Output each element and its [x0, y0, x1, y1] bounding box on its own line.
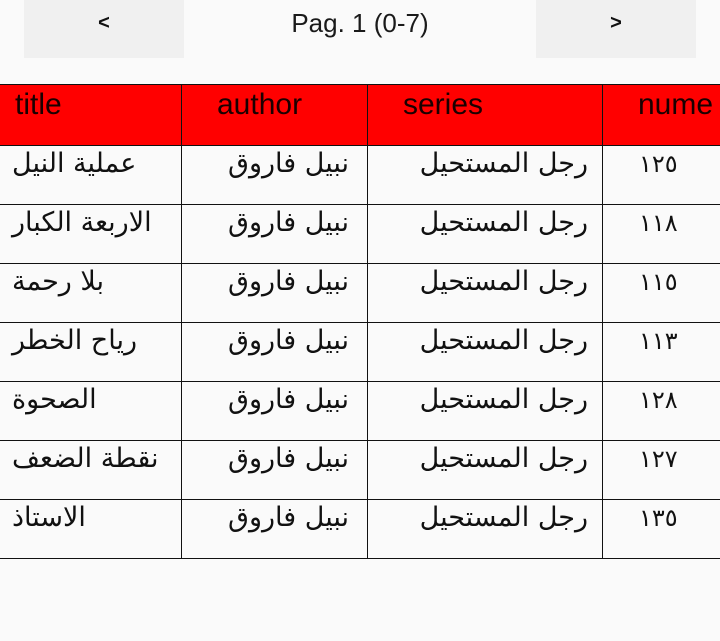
- page-indicator: Pag. 1 (0-7): [291, 7, 429, 38]
- column-header-author[interactable]: author: [181, 84, 368, 146]
- author-cell: نبيل فاروق: [181, 263, 368, 323]
- title-cell-text: عملية النيل: [12, 148, 137, 179]
- table-row[interactable]: الصحوة نبيل فاروق رجل المستحيل ١٢٨: [0, 381, 720, 441]
- series-cell-text: رجل المستحيل: [419, 266, 588, 297]
- column-header-number[interactable]: nume: [602, 84, 720, 146]
- title-cell-text: الاستاذ: [12, 502, 86, 533]
- series-cell-text: رجل المستحيل: [419, 384, 588, 415]
- table-row[interactable]: رياح الخطر نبيل فاروق رجل المستحيل ١١٣: [0, 322, 720, 382]
- table-header-row: title author series nume: [0, 84, 720, 146]
- number-cell-text: ١٣٥: [639, 504, 678, 532]
- title-cell-text: رياح الخطر: [12, 325, 137, 356]
- title-cell-text: الصحوة: [12, 384, 97, 415]
- number-cell-text: ١١٥: [639, 268, 678, 296]
- number-cell: ١٢٧: [602, 440, 720, 500]
- title-cell-text: الاربعة الكبار: [12, 207, 152, 238]
- title-cell: الصحوة: [0, 381, 182, 441]
- table-row[interactable]: الاستاذ نبيل فاروق رجل المستحيل ١٣٥: [0, 499, 720, 559]
- series-cell: رجل المستحيل: [367, 440, 603, 500]
- series-cell-text: رجل المستحيل: [419, 148, 588, 179]
- author-cell-text: نبيل فاروق: [228, 502, 349, 533]
- title-cell: نقطة الضعف: [0, 440, 182, 500]
- next-page-button[interactable]: >: [536, 0, 696, 58]
- author-cell: نبيل فاروق: [181, 322, 368, 382]
- number-cell-text: ١١٣: [639, 327, 678, 355]
- author-cell-text: نبيل فاروق: [228, 443, 349, 474]
- series-cell: رجل المستحيل: [367, 204, 603, 264]
- number-cell: ١٣٥: [602, 499, 720, 559]
- books-table: title author series nume عملية النيل نبيل…: [0, 84, 720, 559]
- title-cell: الاربعة الكبار: [0, 204, 182, 264]
- author-cell: نبيل فاروق: [181, 440, 368, 500]
- author-cell: نبيل فاروق: [181, 381, 368, 441]
- series-cell: رجل المستحيل: [367, 381, 603, 441]
- number-cell: ١٢٨: [602, 381, 720, 441]
- number-cell: ١١٣: [602, 322, 720, 382]
- number-cell-text: ١١٨: [639, 209, 678, 237]
- title-cell-text: نقطة الضعف: [12, 443, 159, 474]
- number-cell-text: ١٢٥: [639, 150, 678, 178]
- series-cell-text: رجل المستحيل: [419, 502, 588, 533]
- table-row[interactable]: الاربعة الكبار نبيل فاروق رجل المستحيل ١١٨: [0, 204, 720, 264]
- author-cell-text: نبيل فاروق: [228, 266, 349, 297]
- title-cell: عملية النيل: [0, 145, 182, 205]
- series-cell: رجل المستحيل: [367, 145, 603, 205]
- series-cell: رجل المستحيل: [367, 263, 603, 323]
- column-header-title[interactable]: title: [0, 84, 182, 146]
- author-cell: نبيل فاروق: [181, 204, 368, 264]
- number-cell: ١٢٥: [602, 145, 720, 205]
- table-row[interactable]: نقطة الضعف نبيل فاروق رجل المستحيل ١٢٧: [0, 440, 720, 500]
- number-cell-text: ١٢٨: [639, 386, 678, 414]
- books-table-container: title author series nume عملية النيل نبيل…: [0, 84, 720, 559]
- title-cell: بلا رحمة: [0, 263, 182, 323]
- number-cell: ١١٥: [602, 263, 720, 323]
- number-cell-text: ١٢٧: [639, 445, 678, 473]
- column-header-series[interactable]: series: [367, 84, 603, 146]
- series-cell-text: رجل المستحيل: [419, 207, 588, 238]
- pagination-bar: < Pag. 1 (0-7) >: [0, 0, 720, 58]
- author-cell-text: نبيل فاروق: [228, 207, 349, 238]
- title-cell: رياح الخطر: [0, 322, 182, 382]
- series-cell-text: رجل المستحيل: [419, 325, 588, 356]
- series-cell-text: رجل المستحيل: [419, 443, 588, 474]
- table-row[interactable]: بلا رحمة نبيل فاروق رجل المستحيل ١١٥: [0, 263, 720, 323]
- title-cell-text: بلا رحمة: [12, 266, 105, 297]
- series-cell: رجل المستحيل: [367, 322, 603, 382]
- author-cell-text: نبيل فاروق: [228, 148, 349, 179]
- previous-page-button[interactable]: <: [24, 0, 184, 58]
- number-cell: ١١٨: [602, 204, 720, 264]
- author-cell-text: نبيل فاروق: [228, 325, 349, 356]
- table-row[interactable]: عملية النيل نبيل فاروق رجل المستحيل ١٢٥: [0, 145, 720, 205]
- author-cell: نبيل فاروق: [181, 499, 368, 559]
- series-cell: رجل المستحيل: [367, 499, 603, 559]
- author-cell: نبيل فاروق: [181, 145, 368, 205]
- title-cell: الاستاذ: [0, 499, 182, 559]
- author-cell-text: نبيل فاروق: [228, 384, 349, 415]
